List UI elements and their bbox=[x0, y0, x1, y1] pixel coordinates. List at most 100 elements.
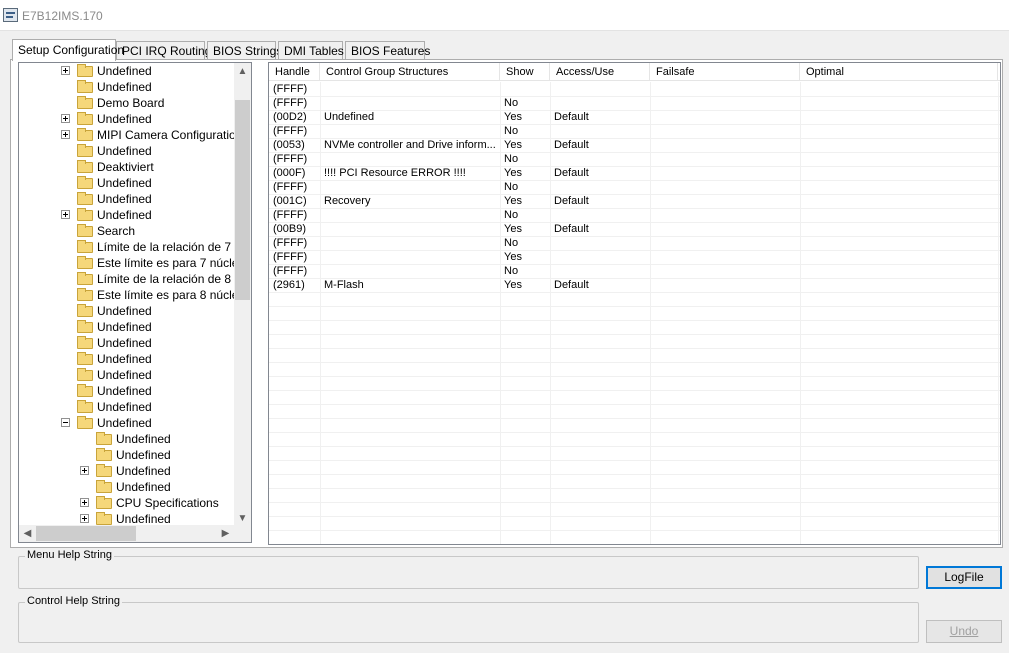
table-cell[interactable]: Default bbox=[550, 195, 650, 209]
expand-icon[interactable] bbox=[80, 466, 89, 475]
scroll-left-icon[interactable]: ◀ bbox=[19, 525, 36, 542]
table-cell[interactable] bbox=[800, 167, 998, 181]
table-cell[interactable]: Yes bbox=[500, 111, 550, 125]
table-cell[interactable] bbox=[320, 153, 500, 167]
table-cell[interactable]: Default bbox=[550, 167, 650, 181]
table-cell[interactable]: (001C) bbox=[269, 195, 320, 209]
table-cell[interactable]: Yes bbox=[500, 223, 550, 237]
horizontal-scrollbar[interactable]: ◀ ▶ bbox=[19, 525, 251, 542]
table-cell[interactable] bbox=[800, 265, 998, 279]
table-cell[interactable] bbox=[800, 153, 998, 167]
table-cell[interactable]: Undefined bbox=[320, 111, 500, 125]
tab-dmi-tables[interactable]: DMI Tables bbox=[278, 41, 344, 60]
table-cell[interactable] bbox=[320, 181, 500, 195]
table-cell[interactable] bbox=[320, 237, 500, 251]
tree-item[interactable]: Undefined bbox=[19, 111, 234, 127]
table-cell[interactable]: Default bbox=[550, 279, 650, 293]
tree-item[interactable]: Search bbox=[19, 223, 234, 239]
table-cell[interactable] bbox=[800, 237, 998, 251]
tree-item[interactable]: Este límite es para 7 núcleos bbox=[19, 255, 251, 271]
table-cell[interactable] bbox=[650, 181, 800, 195]
table-cell[interactable] bbox=[550, 97, 650, 111]
tree-item[interactable]: Undefined bbox=[19, 319, 234, 335]
table-cell[interactable] bbox=[800, 139, 998, 153]
table-cell[interactable]: (FFFF) bbox=[269, 251, 320, 265]
scroll-right-icon[interactable]: ▶ bbox=[217, 525, 234, 542]
table-cell[interactable]: !!!! PCI Resource ERROR !!!! bbox=[320, 167, 500, 181]
table-cell[interactable]: (FFFF) bbox=[269, 237, 320, 251]
table-cell[interactable] bbox=[550, 125, 650, 139]
table-cell[interactable] bbox=[800, 279, 998, 293]
column-header-access-use[interactable]: Access/Use bbox=[550, 63, 650, 81]
table-cell[interactable] bbox=[550, 181, 650, 195]
table-cell[interactable]: (2961) bbox=[269, 279, 320, 293]
expand-icon[interactable] bbox=[61, 114, 70, 123]
tree-item[interactable]: Deaktiviert bbox=[19, 159, 234, 175]
tree-item[interactable]: Undefined bbox=[19, 143, 234, 159]
table-cell[interactable] bbox=[650, 251, 800, 265]
table-cell[interactable]: Default bbox=[550, 139, 650, 153]
table-cell[interactable] bbox=[650, 139, 800, 153]
table-cell[interactable]: (FFFF) bbox=[269, 83, 320, 97]
table-cell[interactable]: (FFFF) bbox=[269, 265, 320, 279]
table-cell[interactable]: No bbox=[500, 209, 550, 223]
table-cell[interactable]: (0053) bbox=[269, 139, 320, 153]
table-cell[interactable] bbox=[650, 167, 800, 181]
table-cell[interactable]: No bbox=[500, 265, 550, 279]
table-cell[interactable]: Default bbox=[550, 223, 650, 237]
table-cell[interactable]: Default bbox=[550, 111, 650, 125]
tree-view[interactable]: Undefined Undefined Demo Board Undefined MIP… bbox=[18, 62, 252, 543]
tree-item[interactable]: Undefined bbox=[19, 463, 234, 479]
tree-item[interactable]: Undefined bbox=[19, 479, 234, 495]
tree-item[interactable]: Undefined bbox=[19, 367, 234, 383]
expand-icon[interactable] bbox=[80, 514, 89, 523]
tree-item[interactable]: CPU Specifications bbox=[19, 495, 234, 511]
logfile-button[interactable]: LogFile bbox=[926, 566, 1002, 589]
table-cell[interactable] bbox=[650, 153, 800, 167]
tree-item[interactable]: Undefined bbox=[19, 79, 234, 95]
tree-item[interactable]: Demo Board bbox=[19, 95, 234, 111]
expand-icon[interactable] bbox=[61, 130, 70, 139]
tree-item[interactable]: Undefined bbox=[19, 415, 234, 431]
table-cell[interactable] bbox=[320, 125, 500, 139]
table-cell[interactable] bbox=[550, 265, 650, 279]
collapse-icon[interactable] bbox=[61, 418, 70, 427]
table-cell[interactable]: (000F) bbox=[269, 167, 320, 181]
tree-item[interactable]: Este límite es para 8 núcleos bbox=[19, 287, 251, 303]
table-cell[interactable] bbox=[650, 83, 800, 97]
table-cell[interactable] bbox=[320, 223, 500, 237]
tree-item[interactable]: Undefined bbox=[19, 447, 234, 463]
expand-icon[interactable] bbox=[61, 210, 70, 219]
table-cell[interactable] bbox=[650, 97, 800, 111]
table-cell[interactable] bbox=[550, 251, 650, 265]
table-cell[interactable] bbox=[320, 83, 500, 97]
table-cell[interactable]: (00D2) bbox=[269, 111, 320, 125]
table-cell[interactable]: Recovery bbox=[320, 195, 500, 209]
table-cell[interactable]: (FFFF) bbox=[269, 181, 320, 195]
table-cell[interactable] bbox=[650, 223, 800, 237]
table-cell[interactable] bbox=[650, 265, 800, 279]
table-cell[interactable]: Yes bbox=[500, 251, 550, 265]
table-cell[interactable] bbox=[800, 97, 998, 111]
tree-item[interactable]: Límite de la relación de 8 núc bbox=[19, 271, 251, 287]
column-header-handle[interactable]: Handle bbox=[269, 63, 320, 81]
table-cell[interactable] bbox=[550, 153, 650, 167]
table-cell[interactable]: Yes bbox=[500, 279, 550, 293]
tree-item[interactable]: Límite de la relación de 7 núc bbox=[19, 239, 251, 255]
table-cell[interactable] bbox=[550, 209, 650, 223]
table-cell[interactable]: Yes bbox=[500, 195, 550, 209]
table-cell[interactable]: (00B9) bbox=[269, 223, 320, 237]
tree-item[interactable]: Undefined bbox=[19, 303, 234, 319]
tree-item[interactable]: Undefined bbox=[19, 383, 234, 399]
tree-item[interactable]: Undefined bbox=[19, 431, 234, 447]
table-cell[interactable]: No bbox=[500, 181, 550, 195]
column-header-optimal[interactable]: Optimal bbox=[800, 63, 998, 81]
expand-icon[interactable] bbox=[61, 66, 70, 75]
column-header-control-group-structures[interactable]: Control Group Structures bbox=[320, 63, 500, 81]
table-cell[interactable] bbox=[650, 279, 800, 293]
table-cell[interactable]: M-Flash bbox=[320, 279, 500, 293]
table-cell[interactable]: No bbox=[500, 237, 550, 251]
table-cell[interactable] bbox=[650, 195, 800, 209]
table-cell[interactable]: Yes bbox=[500, 167, 550, 181]
tab-setup-configuration[interactable]: Setup Configuration bbox=[12, 39, 124, 61]
